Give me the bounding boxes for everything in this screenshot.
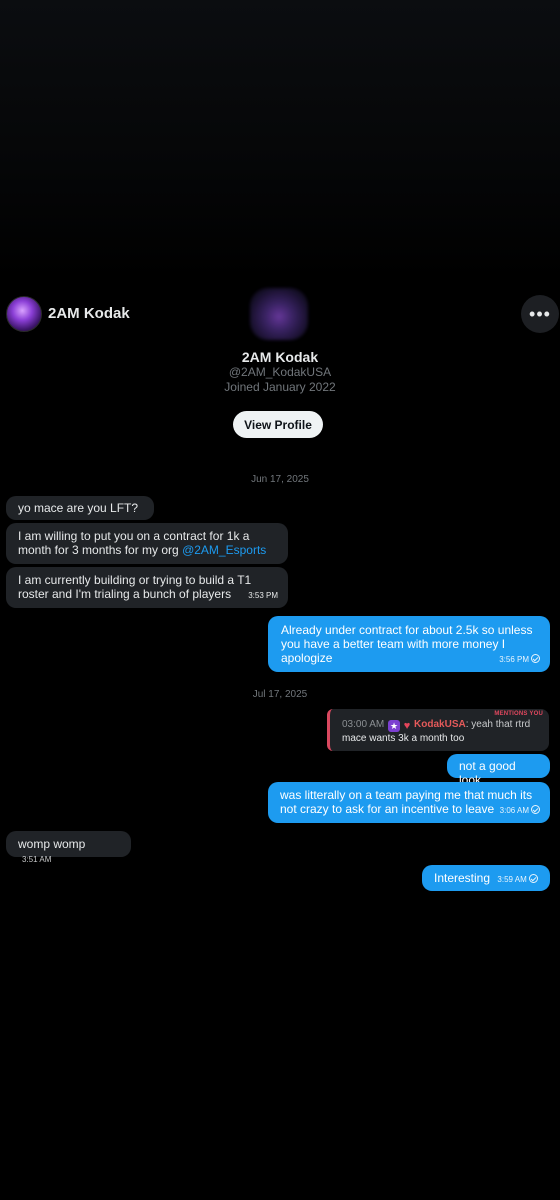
message-timestamp: 3:53 PM	[248, 591, 278, 600]
read-check-icon	[531, 805, 540, 814]
view-profile-button[interactable]: View Profile	[233, 411, 323, 438]
quoted-mention-card[interactable]: MENTIONS YOU 03:00 AM ★ ♥ KodakUSA: yeah t…	[327, 709, 549, 751]
heart-badge-icon: ♥	[403, 720, 411, 732]
date-separator: Jun 17, 2025	[251, 474, 309, 485]
quote-username: KodakUSA	[414, 719, 466, 730]
profile-handle: @2AM_KodakUSA	[228, 365, 332, 379]
profile-avatar[interactable]	[250, 288, 308, 340]
header-avatar[interactable]	[6, 296, 42, 332]
mention-tag: MENTIONS YOU	[494, 711, 543, 717]
message-incoming[interactable]: yo mace are you LFT?	[6, 496, 154, 520]
top-background	[0, 0, 560, 280]
message-text: was litterally on a team paying me that …	[280, 788, 533, 816]
message-incoming[interactable]: I am currently building or trying to bui…	[6, 567, 288, 608]
message-text: Interesting	[434, 871, 491, 885]
star-badge-icon: ★	[388, 720, 401, 732]
quote-second-line: mace wants 3k a month too	[342, 733, 465, 744]
message-outgoing[interactable]: not a good look	[447, 754, 550, 787]
message-timestamp: 3:59 AM	[497, 873, 538, 887]
message-text: Already under contract for about 2.5k so…	[281, 623, 533, 665]
quote-time: 03:00 AM	[342, 719, 385, 730]
message-timestamp: 3:51 AM	[22, 855, 52, 864]
read-check-icon	[531, 654, 540, 663]
quote-text: : yeah that rtrd	[465, 719, 531, 730]
message-text: womp womp	[18, 837, 86, 851]
quote-first-line: 03:00 AM ★ ♥ KodakUSA: yeah that rtrd	[342, 719, 530, 732]
message-text: yo mace are you LFT?	[18, 501, 139, 515]
date-separator: Jul 17, 2025	[252, 689, 308, 700]
message-outgoing[interactable]: Interesting 3:59 AM	[422, 865, 550, 891]
message-timestamp: 3:56 PM	[499, 653, 540, 667]
message-text: I am currently building or trying to bui…	[18, 573, 252, 601]
message-timestamp: 3:06 AM	[500, 804, 540, 818]
profile-name: 2AM Kodak	[241, 349, 319, 365]
more-options-button[interactable]: •••	[521, 295, 559, 333]
header-name[interactable]: 2AM Kodak	[48, 305, 130, 322]
more-horizontal-icon: •••	[529, 303, 551, 324]
mention-link[interactable]: @2AM_Esports	[182, 543, 266, 557]
read-check-icon	[528, 874, 538, 883]
message-outgoing[interactable]: Already under contract for about 2.5k so…	[268, 616, 550, 672]
message-incoming[interactable]: womp womp 3:51 AM	[6, 831, 131, 864]
message-outgoing[interactable]: was litterally on a team paying me that …	[268, 782, 550, 823]
message-incoming[interactable]: I am willing to put you on a contract fo…	[6, 523, 288, 564]
profile-joined-date: Joined January 2022	[224, 380, 336, 394]
